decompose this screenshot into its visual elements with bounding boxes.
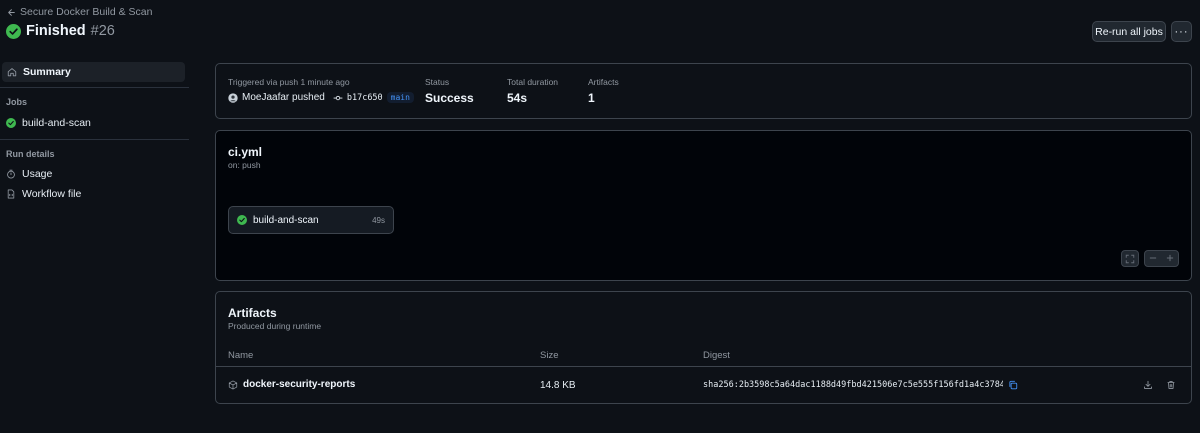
workflow-name: Secure Docker Build & Scan xyxy=(20,6,153,18)
artifact-name-link[interactable]: docker-security-reports xyxy=(243,379,355,390)
job-duration: 49s xyxy=(372,215,385,225)
avatar[interactable] xyxy=(228,92,238,103)
trash-icon xyxy=(1167,381,1175,389)
download-artifact-button[interactable] xyxy=(1143,379,1153,393)
check-circle-icon xyxy=(6,23,21,39)
copy-digest-button[interactable] xyxy=(1008,379,1018,393)
artifacts-subtitle: Produced during runtime xyxy=(228,321,322,331)
page-title: Finished #26 xyxy=(6,23,115,39)
artifacts-count-value[interactable]: 1 xyxy=(588,91,595,105)
actor-name[interactable]: MoeJaafar pushed xyxy=(242,92,325,103)
zoom-in-button[interactable] xyxy=(1165,252,1175,266)
home-icon xyxy=(7,68,17,77)
status-label: Status xyxy=(425,77,450,87)
stopwatch-icon xyxy=(7,169,15,179)
fullscreen-button[interactable] xyxy=(1121,250,1139,267)
artifacts-table-header: Name Size Digest xyxy=(216,343,1191,367)
column-header-size: Size xyxy=(540,350,559,361)
minus-icon xyxy=(1150,257,1157,258)
fullscreen-icon xyxy=(1125,254,1135,263)
job-name: build-and-scan xyxy=(253,214,319,226)
zoom-controls xyxy=(1144,250,1179,267)
run-details-heading: Run details xyxy=(6,149,55,159)
rerun-all-jobs-button[interactable]: Re-run all jobs xyxy=(1092,21,1166,42)
duration-label: Total duration xyxy=(507,77,559,87)
workflow-trigger: on: push xyxy=(228,160,261,170)
package-icon xyxy=(228,380,238,389)
sidebar-item-build-and-scan[interactable]: build-and-scan xyxy=(6,117,91,129)
commit-info: MoeJaafar pushed b17c650 main xyxy=(228,92,414,103)
check-circle-icon xyxy=(237,215,247,225)
artifact-size: 14.8 KB xyxy=(540,380,576,391)
status-value: Success xyxy=(425,91,474,105)
artifact-digest: sha256:2b3598c5a64dac1188d49fbd421506e7c… xyxy=(703,380,1003,390)
sidebar-item-label: Workflow file xyxy=(22,188,82,200)
artifacts-count-label: Artifacts xyxy=(588,77,619,87)
column-header-digest: Digest xyxy=(703,350,730,361)
copy-icon xyxy=(1009,380,1018,390)
workflow-file-name[interactable]: ci.yml xyxy=(228,145,262,159)
file-code-icon xyxy=(7,189,15,199)
run-number: #26 xyxy=(90,23,115,39)
delete-artifact-button[interactable] xyxy=(1166,379,1176,393)
sidebar-divider xyxy=(0,139,189,140)
run-summary-panel xyxy=(215,63,1192,119)
sidebar-item-usage[interactable]: Usage xyxy=(6,168,52,180)
branch-badge[interactable]: main xyxy=(386,92,414,103)
download-icon xyxy=(1144,380,1152,389)
check-circle-icon xyxy=(6,118,16,128)
duration-value: 54s xyxy=(507,91,528,105)
git-commit-icon xyxy=(333,95,343,100)
zoom-out-button[interactable] xyxy=(1148,252,1158,266)
run-status-title: Finished xyxy=(26,23,86,39)
trigger-info: Triggered via push 1 minute ago xyxy=(228,77,350,87)
column-header-name: Name xyxy=(228,350,254,361)
sidebar-item-label: build-and-scan xyxy=(22,117,91,129)
table-row: docker-security-reports 14.8 KB sha256:2… xyxy=(216,368,1191,402)
back-link[interactable]: Secure Docker Build & Scan xyxy=(7,6,152,18)
commit-sha[interactable]: b17c650 xyxy=(347,93,383,103)
sidebar-divider xyxy=(0,87,189,88)
plus-icon xyxy=(1166,254,1173,261)
artifact-name-cell: docker-security-reports xyxy=(228,379,355,390)
sidebar-item-label: Summary xyxy=(23,66,71,78)
job-node-build-and-scan[interactable]: build-and-scan 49s xyxy=(228,206,394,234)
artifacts-title: Artifacts xyxy=(228,306,277,320)
arrow-left-icon xyxy=(8,8,15,16)
sidebar-item-workflow-file[interactable]: Workflow file xyxy=(6,188,81,200)
jobs-heading: Jobs xyxy=(6,97,28,107)
sidebar-item-label: Usage xyxy=(22,168,53,180)
more-options-button[interactable]: ··· xyxy=(1171,21,1192,42)
sidebar-item-summary[interactable]: Summary xyxy=(2,62,185,82)
